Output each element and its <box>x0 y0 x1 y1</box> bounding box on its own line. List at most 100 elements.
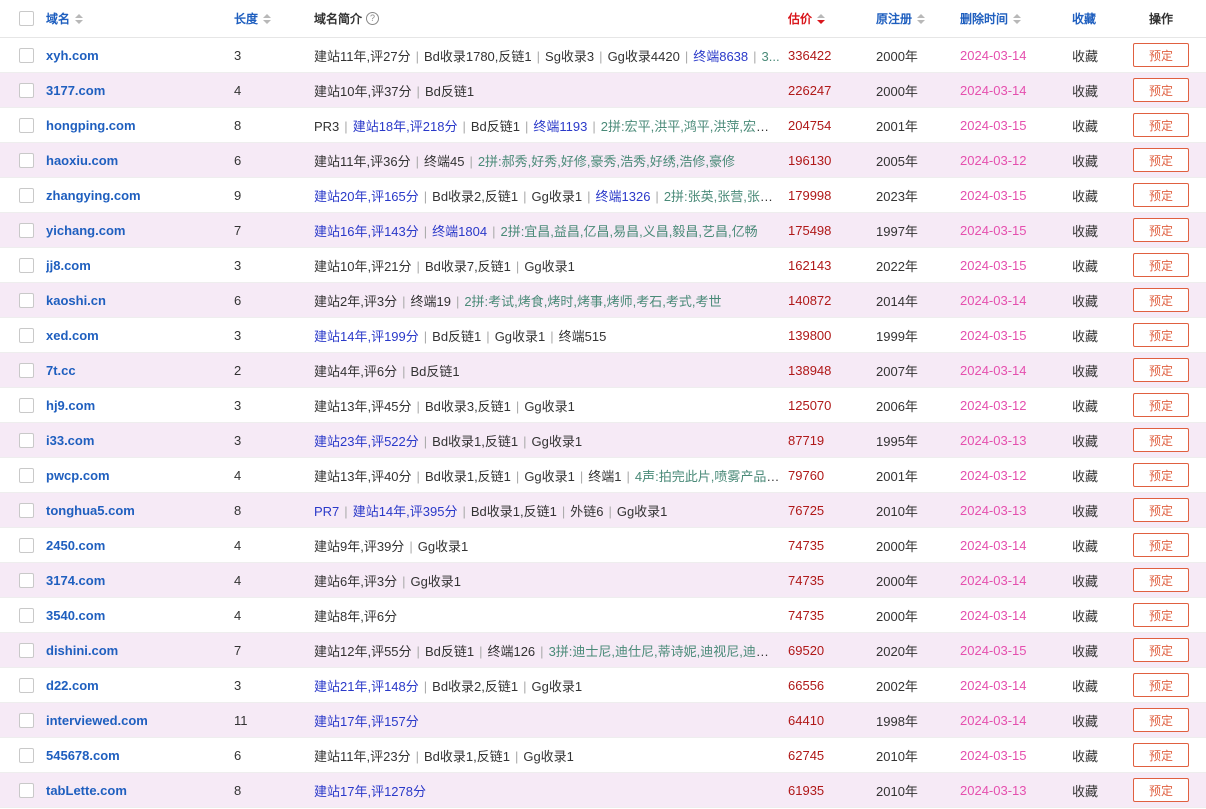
favorite-link[interactable]: 收藏 <box>1072 256 1098 275</box>
header-length[interactable]: 长度 <box>234 0 304 37</box>
reserve-button[interactable]: 预定 <box>1133 253 1189 277</box>
favorite-link[interactable]: 收藏 <box>1072 221 1098 240</box>
intro-segment[interactable]: 终端1193 <box>533 119 587 134</box>
reserve-button[interactable]: 预定 <box>1133 463 1189 487</box>
favorite-link[interactable]: 收藏 <box>1072 326 1098 345</box>
header-registered[interactable]: 原注册 <box>876 0 956 37</box>
reserve-button[interactable]: 预定 <box>1133 43 1189 67</box>
favorite-link[interactable]: 收藏 <box>1072 746 1098 765</box>
reserve-button[interactable]: 预定 <box>1133 428 1189 452</box>
domain-link[interactable]: tonghua5.com <box>46 503 135 518</box>
favorite-link[interactable]: 收藏 <box>1072 571 1098 590</box>
header-domain[interactable]: 域名 <box>46 0 226 37</box>
favorite-link[interactable]: 收藏 <box>1072 396 1098 415</box>
reserve-button[interactable]: 预定 <box>1133 358 1189 382</box>
row-checkbox[interactable] <box>19 292 34 308</box>
sort-icon[interactable] <box>917 13 926 24</box>
favorite-link[interactable]: 收藏 <box>1072 781 1098 800</box>
header-estimate[interactable]: 估价 <box>788 0 868 37</box>
domain-link[interactable]: tabLette.com <box>46 783 127 798</box>
sort-icon[interactable] <box>263 13 272 24</box>
favorite-link[interactable]: 收藏 <box>1072 361 1098 380</box>
intro-segment[interactable]: 终端1804 <box>432 224 487 239</box>
intro-segment[interactable]: 终端8638 <box>693 49 748 64</box>
favorite-link[interactable]: 收藏 <box>1072 291 1098 310</box>
header-deleted[interactable]: 删除时间 <box>960 0 1064 37</box>
domain-link[interactable]: 3174.com <box>46 573 105 588</box>
domain-link[interactable]: i33.com <box>46 433 94 448</box>
favorite-link[interactable]: 收藏 <box>1072 501 1098 520</box>
domain-link[interactable]: hongping.com <box>46 118 136 133</box>
intro-segment[interactable]: 建站18年,评218分 <box>353 119 458 134</box>
favorite-link[interactable]: 收藏 <box>1072 606 1098 625</box>
row-checkbox[interactable] <box>19 117 34 133</box>
domain-link[interactable]: haoxiu.com <box>46 153 118 168</box>
domain-link[interactable]: kaoshi.cn <box>46 293 106 308</box>
domain-link[interactable]: pwcp.com <box>46 468 110 483</box>
intro-segment[interactable]: 终端1326 <box>596 189 651 204</box>
favorite-link[interactable]: 收藏 <box>1072 116 1098 135</box>
reserve-button[interactable]: 预定 <box>1133 708 1189 732</box>
reserve-button[interactable]: 预定 <box>1133 183 1189 207</box>
row-checkbox[interactable] <box>19 747 34 763</box>
row-checkbox[interactable] <box>19 537 34 553</box>
favorite-link[interactable]: 收藏 <box>1072 466 1098 485</box>
row-checkbox[interactable] <box>19 257 34 273</box>
row-checkbox[interactable] <box>19 187 34 203</box>
row-checkbox[interactable] <box>19 397 34 413</box>
domain-link[interactable]: 7t.cc <box>46 363 76 378</box>
domain-link[interactable]: 3540.com <box>46 608 105 623</box>
favorite-link[interactable]: 收藏 <box>1072 46 1098 65</box>
reserve-button[interactable]: 预定 <box>1133 288 1189 312</box>
help-icon[interactable]: ? <box>366 12 380 25</box>
reserve-button[interactable]: 预定 <box>1133 568 1189 592</box>
row-checkbox[interactable] <box>19 467 34 483</box>
reserve-button[interactable]: 预定 <box>1133 78 1189 102</box>
reserve-button[interactable]: 预定 <box>1133 218 1189 242</box>
row-checkbox[interactable] <box>19 572 34 588</box>
select-all-checkbox[interactable] <box>19 11 34 26</box>
favorite-link[interactable]: 收藏 <box>1072 431 1098 450</box>
favorite-link[interactable]: 收藏 <box>1072 711 1098 730</box>
sort-icon[interactable] <box>75 13 84 24</box>
row-checkbox[interactable] <box>19 327 34 343</box>
favorite-link[interactable]: 收藏 <box>1072 151 1098 170</box>
row-checkbox[interactable] <box>19 642 34 658</box>
row-checkbox[interactable] <box>19 712 34 728</box>
intro-segment[interactable]: PR7 <box>314 504 339 519</box>
reserve-button[interactable]: 预定 <box>1133 673 1189 697</box>
row-checkbox[interactable] <box>19 432 34 448</box>
favorite-link[interactable]: 收藏 <box>1072 81 1098 100</box>
reserve-button[interactable]: 预定 <box>1133 323 1189 347</box>
row-checkbox[interactable] <box>19 677 34 693</box>
reserve-button[interactable]: 预定 <box>1133 148 1189 172</box>
domain-link[interactable]: zhangying.com <box>46 188 141 203</box>
intro-segment[interactable]: 建站16年,评143分 <box>314 224 419 239</box>
intro-segment[interactable]: 建站14年,评199分 <box>314 329 419 344</box>
row-checkbox[interactable] <box>19 362 34 378</box>
domain-link[interactable]: jj8.com <box>46 258 91 273</box>
favorite-link[interactable]: 收藏 <box>1072 186 1098 205</box>
intro-segment[interactable]: 建站14年,评395分 <box>353 504 458 519</box>
reserve-button[interactable]: 预定 <box>1133 498 1189 522</box>
favorite-link[interactable]: 收藏 <box>1072 536 1098 555</box>
intro-segment[interactable]: 建站17年,评157分 <box>314 714 419 729</box>
intro-segment[interactable]: 建站21年,评148分 <box>314 679 419 694</box>
domain-link[interactable]: hj9.com <box>46 398 95 413</box>
row-checkbox[interactable] <box>19 607 34 623</box>
intro-segment[interactable]: 建站20年,评165分 <box>314 189 419 204</box>
row-checkbox[interactable] <box>19 222 34 238</box>
reserve-button[interactable]: 预定 <box>1133 533 1189 557</box>
favorite-link[interactable]: 收藏 <box>1072 676 1098 695</box>
intro-segment[interactable]: 建站23年,评522分 <box>314 434 419 449</box>
sort-desc-active-icon[interactable] <box>817 13 826 24</box>
favorite-link[interactable]: 收藏 <box>1072 641 1098 660</box>
intro-segment[interactable]: 建站17年,评1278分 <box>314 784 426 799</box>
row-checkbox[interactable] <box>19 47 34 63</box>
domain-link[interactable]: 2450.com <box>46 538 105 553</box>
reserve-button[interactable]: 预定 <box>1133 113 1189 137</box>
reserve-button[interactable]: 预定 <box>1133 743 1189 767</box>
domain-link[interactable]: yichang.com <box>46 223 125 238</box>
domain-link[interactable]: interviewed.com <box>46 713 148 728</box>
reserve-button[interactable]: 预定 <box>1133 638 1189 662</box>
